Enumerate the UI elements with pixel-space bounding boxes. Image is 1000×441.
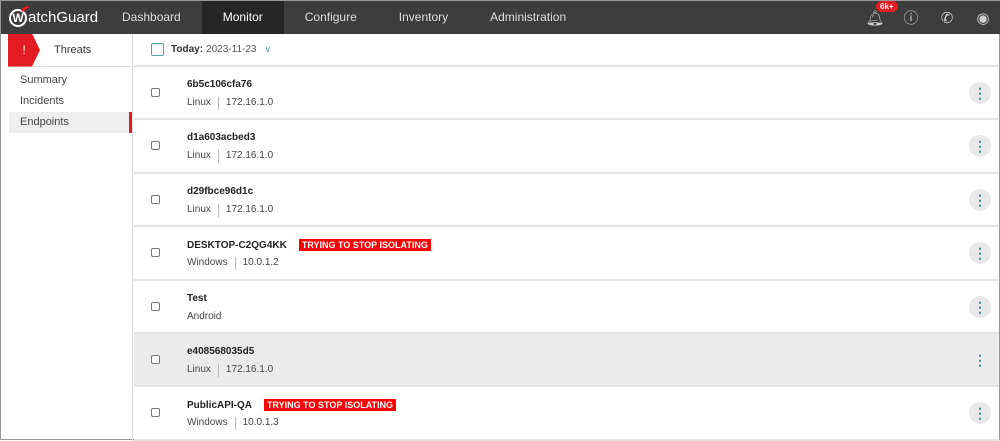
- endpoint-os: Linux: [187, 150, 211, 162]
- endpoint-name[interactable]: 6b5c106cfa76: [187, 79, 252, 90]
- endpoint-row[interactable]: d29fbce96d1c Linux 172.16.1.0 ⋮: [134, 174, 999, 228]
- endpoint-name[interactable]: e408568035d5: [187, 346, 254, 357]
- endpoint-name[interactable]: d1a603acbed3: [187, 132, 255, 143]
- endpoint-os: Android: [187, 310, 222, 322]
- nav-tab-inventory[interactable]: Inventory: [378, 1, 469, 34]
- endpoint-row[interactable]: PublicAPI-QA TRYING TO STOP ISOLATING Wind…: [134, 387, 999, 441]
- user-account-icon[interactable]: ◉: [965, 9, 1000, 27]
- status-badge: TRYING TO STOP ISOLATING: [264, 399, 397, 412]
- nav-tab-dashboard[interactable]: Dashboard: [101, 1, 202, 34]
- row-checkbox[interactable]: [151, 408, 160, 418]
- chevron-down-icon[interactable]: ∨: [264, 44, 271, 55]
- endpoint-list: 6b5c106cfa76 Linux 172.16.1.0 ⋮ d1a603acbed3…: [134, 67, 999, 441]
- endpoint-ip: 10.0.1.2: [242, 257, 279, 269]
- endpoint-row[interactable]: d1a603acbed3 Linux 172.16.1.0 ⋮: [134, 120, 999, 174]
- nav-tab-configure[interactable]: Configure: [284, 1, 378, 34]
- more-options-icon[interactable]: ⋮: [969, 188, 991, 211]
- logo-text: atchGuard: [28, 9, 99, 26]
- sidebar-title: Threats: [54, 44, 92, 56]
- row-checkbox[interactable]: [151, 354, 160, 364]
- endpoint-row[interactable]: e408568035d5 Linux 172.16.1.0 ⋮: [134, 333, 999, 388]
- sidebar-item-endpoints[interactable]: Endpoints: [9, 112, 132, 133]
- row-checkbox[interactable]: [151, 248, 160, 258]
- divider: [234, 417, 236, 431]
- endpoint-os: Linux: [187, 203, 211, 215]
- endpoint-ip: 172.16.1.0: [225, 203, 274, 215]
- divider: [234, 257, 236, 271]
- main-nav: Dashboard Monitor Configure Inventory Admini…: [101, 1, 587, 34]
- endpoint-name[interactable]: d29fbce96d1c: [187, 186, 253, 197]
- row-checkbox[interactable]: [151, 88, 160, 97]
- nav-tab-administration[interactable]: Administration: [469, 1, 587, 34]
- date-value: 2023-11-23: [206, 44, 257, 55]
- endpoint-ip: 172.16.1.0: [225, 97, 274, 108]
- endpoint-ip: 172.16.1.0: [225, 363, 274, 375]
- sidebar-item-summary[interactable]: Summary: [9, 70, 132, 91]
- endpoint-ip: 10.0.1.3: [242, 417, 279, 429]
- threats-icon: !: [8, 33, 40, 67]
- endpoint-os: Linux: [187, 363, 211, 375]
- divider: [217, 150, 219, 164]
- more-options-icon[interactable]: ⋮: [969, 242, 991, 265]
- calendar-icon: [151, 43, 164, 56]
- endpoint-row[interactable]: 6b5c106cfa76 Linux 172.16.1.0 ⋮: [134, 67, 999, 121]
- date-label: Today:: [171, 44, 204, 55]
- endpoint-ip: 172.16.1.0: [225, 150, 274, 162]
- status-badge: TRYING TO STOP ISOLATING: [298, 239, 431, 252]
- more-options-icon[interactable]: ⋮: [969, 135, 991, 158]
- more-options-icon[interactable]: ⋮: [969, 402, 991, 425]
- endpoint-row[interactable]: DESKTOP-C2QG4KK TRYING TO STOP ISOLATING W…: [134, 227, 999, 281]
- endpoint-os: Windows: [187, 417, 228, 429]
- divider: [217, 97, 219, 110]
- watchguard-logo[interactable]: WatchGuard: [1, 8, 101, 27]
- nav-tab-monitor[interactable]: Monitor: [201, 1, 284, 34]
- endpoint-os: Linux: [187, 97, 211, 108]
- divider: [217, 363, 219, 377]
- endpoint-name[interactable]: Test: [187, 293, 207, 304]
- main-content: Today: 2023-11-23 ∨ 6b5c106cfa76 Linux 172…: [134, 34, 999, 441]
- row-checkbox[interactable]: [151, 301, 160, 311]
- endpoint-row[interactable]: Test Android ⋮: [134, 281, 999, 334]
- sidebar-header: ! Threats: [8, 33, 132, 67]
- row-checkbox[interactable]: [151, 194, 160, 204]
- top-bar: WatchGuard Dashboard Monitor Configure Inve…: [1, 0, 1000, 34]
- endpoint-name[interactable]: PublicAPI-QA: [187, 400, 252, 411]
- more-options-icon[interactable]: ⋮: [969, 82, 991, 104]
- phone-icon[interactable]: ✆: [929, 9, 965, 27]
- endpoint-os: Windows: [187, 257, 228, 269]
- more-options-icon[interactable]: ⋮: [969, 295, 991, 318]
- sidebar: ! Threats Summary Incidents Endpoints: [8, 33, 133, 441]
- notifications-bell-icon[interactable]: 🔔︎ 6k+: [857, 0, 898, 27]
- sidebar-item-incidents[interactable]: Incidents: [9, 91, 132, 112]
- row-checkbox[interactable]: [151, 141, 160, 151]
- divider: [217, 203, 219, 217]
- more-options-icon[interactable]: ⋮: [969, 349, 991, 371]
- date-filter[interactable]: Today: 2023-11-23 ∨: [134, 34, 999, 67]
- endpoint-name[interactable]: DESKTOP-C2QG4KK: [187, 240, 287, 251]
- help-icon[interactable]: ⓘ: [893, 7, 929, 28]
